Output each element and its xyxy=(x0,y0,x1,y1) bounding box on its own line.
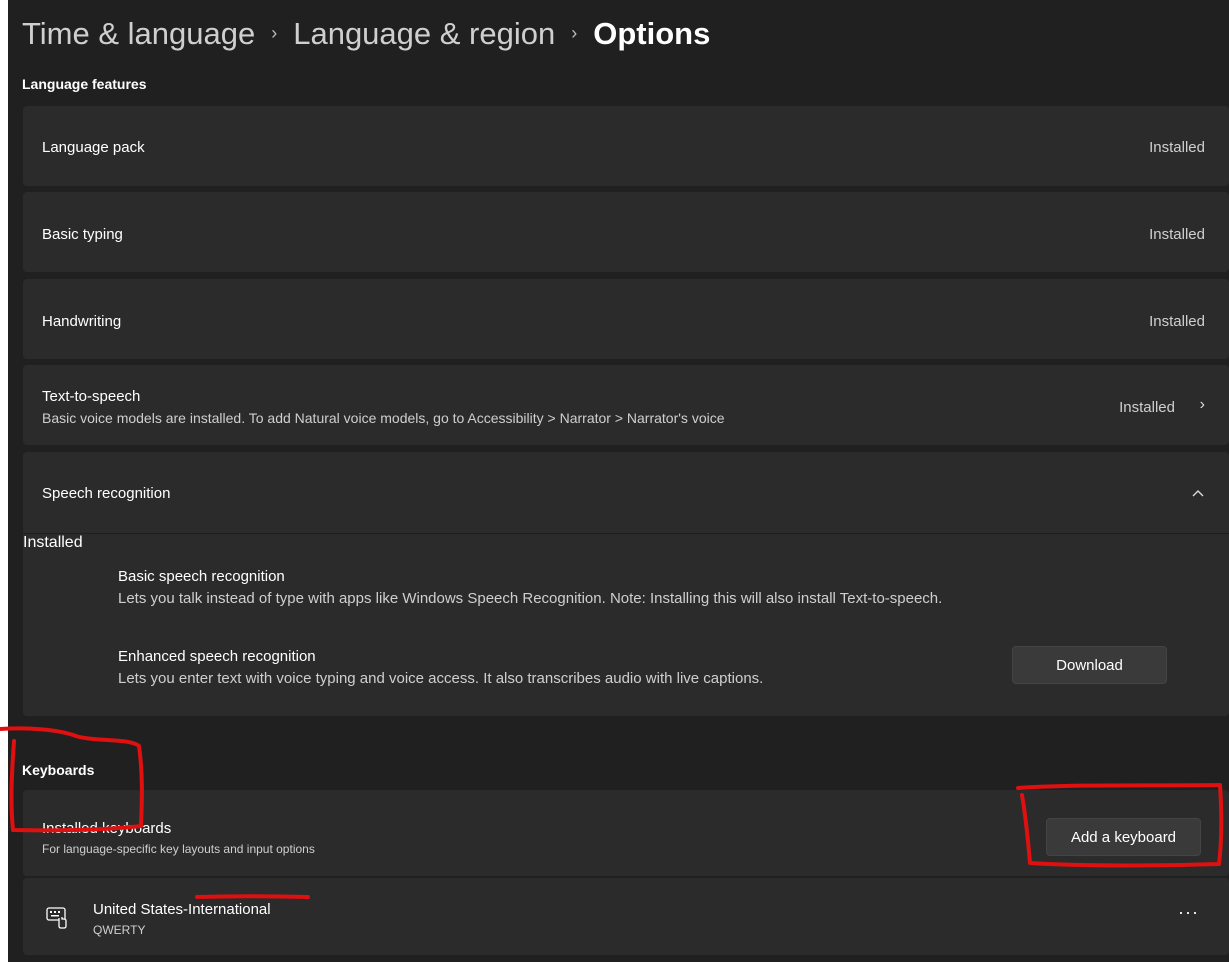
handwriting-label: Handwriting xyxy=(42,313,122,330)
more-options-icon[interactable]: ··· xyxy=(1178,902,1199,923)
chevron-right-icon: › xyxy=(1199,396,1205,413)
speech-recognition-options: Basic speech recognition Lets you talk i… xyxy=(23,533,1229,716)
speech-recognition-card[interactable]: Speech recognition xyxy=(23,452,1229,533)
chevron-up-icon xyxy=(1192,490,1204,497)
enhanced-speech-recognition-description: Lets you enter text with voice typing an… xyxy=(118,670,764,687)
keyboard-layout: QWERTY xyxy=(93,923,146,937)
enhanced-speech-recognition-label: Enhanced speech recognition xyxy=(118,648,316,665)
installed-keyboards-card: Installed keyboards For language-specifi… xyxy=(23,790,1229,876)
handwriting-status: Installed xyxy=(1149,313,1205,330)
keyboard-name: United States-International xyxy=(93,901,271,918)
breadcrumb-time-language[interactable]: Time & language xyxy=(22,16,255,52)
basic-speech-recognition-status: Installed xyxy=(23,534,83,551)
language-pack-label: Language pack xyxy=(42,139,145,156)
text-to-speech-card[interactable]: Text-to-speech Basic voice models are in… xyxy=(23,365,1229,445)
breadcrumb-language-region[interactable]: Language & region xyxy=(293,16,555,52)
keyboard-icon xyxy=(46,907,67,929)
text-to-speech-description: Basic voice models are installed. To add… xyxy=(42,410,725,426)
chevron-right-icon: › xyxy=(271,22,278,43)
speech-recognition-label: Speech recognition xyxy=(42,485,171,502)
chevron-right-icon: › xyxy=(571,22,578,43)
handwriting-card: Handwriting Installed xyxy=(23,279,1229,359)
language-pack-status: Installed xyxy=(1149,139,1205,156)
basic-typing-label: Basic typing xyxy=(42,226,123,243)
installed-keyboards-label: Installed keyboards xyxy=(42,820,172,837)
text-to-speech-status: Installed xyxy=(1119,399,1175,416)
basic-typing-status: Installed xyxy=(1149,226,1205,243)
basic-speech-recognition-description: Lets you talk instead of type with apps … xyxy=(118,590,943,607)
text-to-speech-label: Text-to-speech xyxy=(42,388,141,405)
add-a-keyboard-button[interactable]: Add a keyboard xyxy=(1046,818,1201,856)
keyboard-item: United States-International QWERTY ··· xyxy=(23,878,1229,955)
basic-speech-recognition-label: Basic speech recognition xyxy=(118,568,285,585)
settings-window: Time & language › Language & region › Op… xyxy=(8,0,1229,962)
download-button[interactable]: Download xyxy=(1012,646,1167,684)
installed-keyboards-description: For language-specific key layouts and in… xyxy=(42,842,315,856)
language-features-heading: Language features xyxy=(22,76,147,92)
page-title: Options xyxy=(593,16,711,51)
breadcrumb: Time & language › Language & region › Op… xyxy=(22,12,710,56)
basic-typing-card: Basic typing Installed xyxy=(23,192,1229,272)
keyboards-heading: Keyboards xyxy=(22,762,95,778)
language-pack-card: Language pack Installed xyxy=(23,106,1229,186)
